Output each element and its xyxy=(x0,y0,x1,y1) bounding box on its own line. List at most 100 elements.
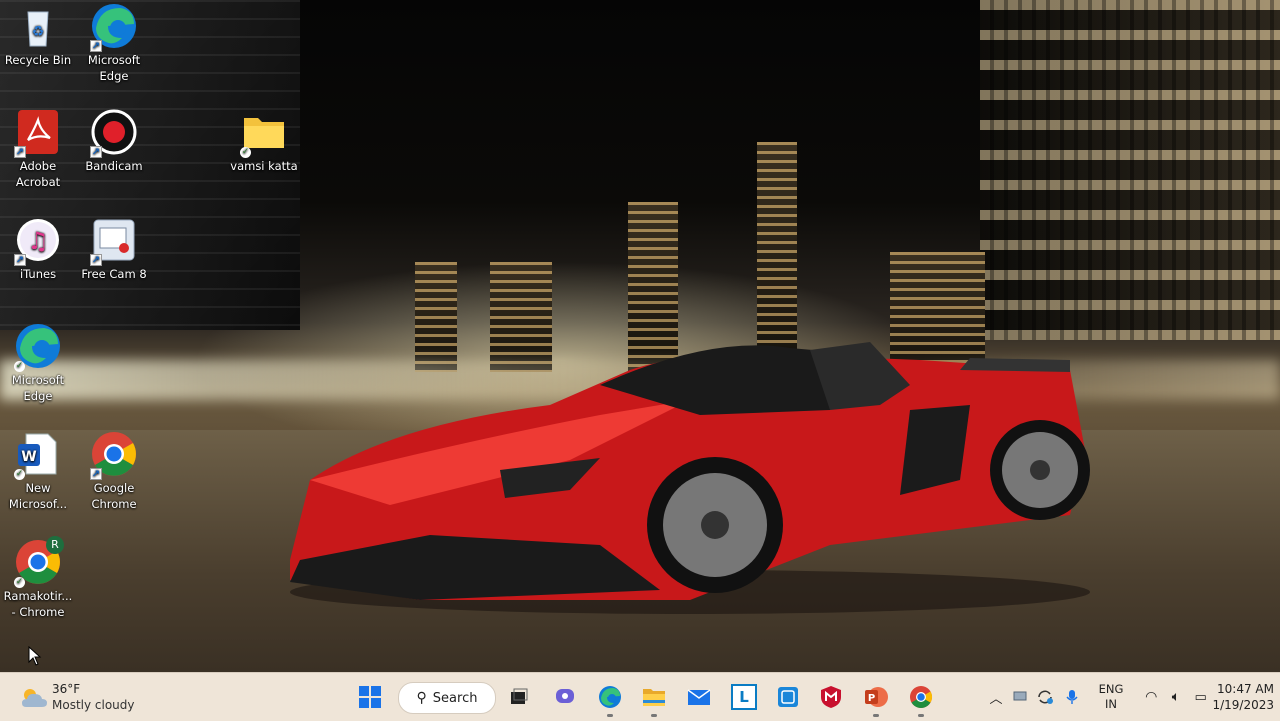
desktop-icon-label: vamsi katta xyxy=(230,159,298,173)
lexicon-letter: L xyxy=(739,688,749,706)
edge-icon: ↗ xyxy=(90,2,138,52)
file-explorer-icon xyxy=(643,689,665,706)
word-document-icon: W ✓ xyxy=(14,430,62,480)
desktop-icon-label: New Microsof... xyxy=(8,481,68,511)
chrome-icon xyxy=(910,686,932,708)
powerpoint-button[interactable]: P xyxy=(860,681,892,717)
desktop-wallpaper: ♻ Recycle Bin ↗ Microsoft Edge ↗ Adobe A… xyxy=(0,0,1280,672)
desktop-icon-label: Microsoft Edge xyxy=(87,53,141,83)
edge-icon xyxy=(599,686,621,708)
language-code: ENG xyxy=(1098,682,1124,696)
taskbar: 36°F Mostly cloudy ⚲ Search L P ︿ ENG IN… xyxy=(0,672,1280,721)
mouse-cursor-icon xyxy=(28,646,42,666)
shortcut-arrow-icon: ↗ xyxy=(14,254,26,266)
taskbar-edge-button[interactable] xyxy=(594,681,626,717)
folder-icon: ✓ xyxy=(240,108,288,158)
red-sports-car xyxy=(290,342,1090,614)
sync-check-icon: ✓ xyxy=(240,147,251,158)
mail-icon xyxy=(687,689,711,705)
desktop-icon-google-chrome[interactable]: ↗ Google Chrome xyxy=(76,430,152,512)
svg-text:♫: ♫ xyxy=(27,227,49,255)
desktop-icon-label: iTunes xyxy=(19,267,57,281)
quick-settings-button[interactable]: ◠ 🔈︎ ▭ xyxy=(1138,673,1214,721)
chat-button[interactable] xyxy=(549,681,581,713)
tray-microphone-button[interactable] xyxy=(1062,673,1082,721)
recycle-bin-icon: ♻ xyxy=(14,2,62,50)
lexicon-app-button[interactable]: L xyxy=(728,681,760,713)
file-explorer-button[interactable] xyxy=(638,681,670,717)
taskbar-chrome-button[interactable] xyxy=(905,681,937,717)
running-indicator xyxy=(607,714,613,717)
language-region: IN xyxy=(1105,697,1117,711)
show-hidden-icons-button[interactable]: ︿ xyxy=(986,673,1006,721)
search-label: Search xyxy=(432,690,478,706)
desktop-icon-new-microsoft-word[interactable]: W ✓ New Microsof... xyxy=(0,430,76,512)
language-indicator[interactable]: ENG IN xyxy=(1092,673,1130,721)
profile-badge: R xyxy=(46,536,64,554)
tray-meet-button[interactable] xyxy=(1010,673,1030,721)
mail-button[interactable] xyxy=(683,681,715,713)
svg-text:P: P xyxy=(868,693,875,704)
shortcut-arrow-icon: ↗ xyxy=(90,40,102,52)
powerpoint-icon: P xyxy=(865,687,888,707)
microphone-icon xyxy=(1066,690,1078,704)
store-button[interactable] xyxy=(772,681,804,713)
chat-icon xyxy=(556,689,574,703)
clock-date: 1/19/2023 xyxy=(1212,698,1274,712)
weather-widget[interactable]: 36°F Mostly cloudy xyxy=(16,679,166,715)
battery-icon: ▭ xyxy=(1194,689,1207,705)
desktop-icon-label: Google Chrome xyxy=(91,481,137,511)
desktop-icon-label: Recycle Bin xyxy=(4,53,72,67)
shortcut-arrow-icon: ↗ xyxy=(90,146,102,158)
desktop-icon-label: Adobe Acrobat xyxy=(15,159,61,189)
weather-temperature: 36°F xyxy=(52,682,81,696)
chevron-up-icon: ︿ xyxy=(989,691,1003,707)
search-icon: ⚲ xyxy=(416,690,427,706)
desktop-icon-bandicam[interactable]: ↗ Bandicam xyxy=(76,108,152,174)
clock-time: 10:47 AM xyxy=(1217,682,1274,696)
task-view-icon xyxy=(511,688,528,704)
search-button[interactable]: ⚲ Search xyxy=(398,682,496,714)
weather-condition: Mostly cloudy xyxy=(52,698,135,712)
desktop-icon-recycle-bin[interactable]: ♻ Recycle Bin xyxy=(0,2,76,68)
desktop-icon-label: Free Cam 8 xyxy=(81,267,147,281)
shortcut-arrow-icon: ↗ xyxy=(14,146,26,158)
lexicon-icon: L xyxy=(731,684,757,710)
running-indicator xyxy=(873,714,879,717)
desktop-icon-ramakotir-chrome[interactable]: R ✓ Ramakotir... - Chrome xyxy=(0,536,76,620)
shortcut-arrow-icon: ↗ xyxy=(90,468,102,480)
desktop-icon-itunes[interactable]: ♫ ↗ iTunes xyxy=(0,216,76,282)
itunes-icon: ♫ ↗ xyxy=(14,216,62,266)
wallpaper-right-building xyxy=(980,0,1280,340)
desktop-icon-adobe-acrobat[interactable]: ↗ Adobe Acrobat xyxy=(0,108,76,190)
desktop-icon-label: Bandicam xyxy=(85,159,143,173)
wifi-icon: ◠ xyxy=(1145,689,1158,705)
chrome-profile-icon: R ✓ xyxy=(14,536,64,588)
running-indicator xyxy=(651,714,657,717)
shortcut-arrow-icon: ↗ xyxy=(90,254,102,266)
desktop-icon-free-cam-8[interactable]: ↗ Free Cam 8 xyxy=(76,216,152,282)
task-view-button[interactable] xyxy=(503,681,535,713)
sync-check-icon: ✓ xyxy=(14,469,25,480)
sync-check-icon: ✓ xyxy=(14,577,25,588)
start-button[interactable] xyxy=(354,681,386,713)
tray-sync-button[interactable] xyxy=(1034,673,1056,721)
svg-text:W: W xyxy=(21,449,36,465)
store-icon xyxy=(778,687,798,707)
free-cam-icon: ↗ xyxy=(90,216,138,266)
desktop-icon-microsoft-edge-2[interactable]: ✓ Microsoft Edge xyxy=(0,322,76,404)
sync-check-icon: ✓ xyxy=(14,361,25,372)
mcafee-icon xyxy=(821,686,841,708)
desktop-icon-label: Microsoft Edge xyxy=(11,373,65,403)
bandicam-icon: ↗ xyxy=(90,108,138,158)
adobe-acrobat-icon: ↗ xyxy=(14,108,62,158)
clock-button[interactable]: 10:47 AM 1/19/2023 xyxy=(1212,673,1280,721)
chrome-icon: ↗ xyxy=(90,430,138,480)
running-indicator xyxy=(918,714,924,717)
screen-icon xyxy=(1013,691,1027,701)
desktop-icon-microsoft-edge[interactable]: ↗ Microsoft Edge xyxy=(76,2,152,84)
sync-icon xyxy=(1038,690,1053,704)
desktop-icon-folder-vamsi-katta[interactable]: ✓ vamsi katta xyxy=(226,108,302,174)
cloudy-weather-icon xyxy=(22,689,47,707)
mcafee-button[interactable] xyxy=(815,681,847,713)
